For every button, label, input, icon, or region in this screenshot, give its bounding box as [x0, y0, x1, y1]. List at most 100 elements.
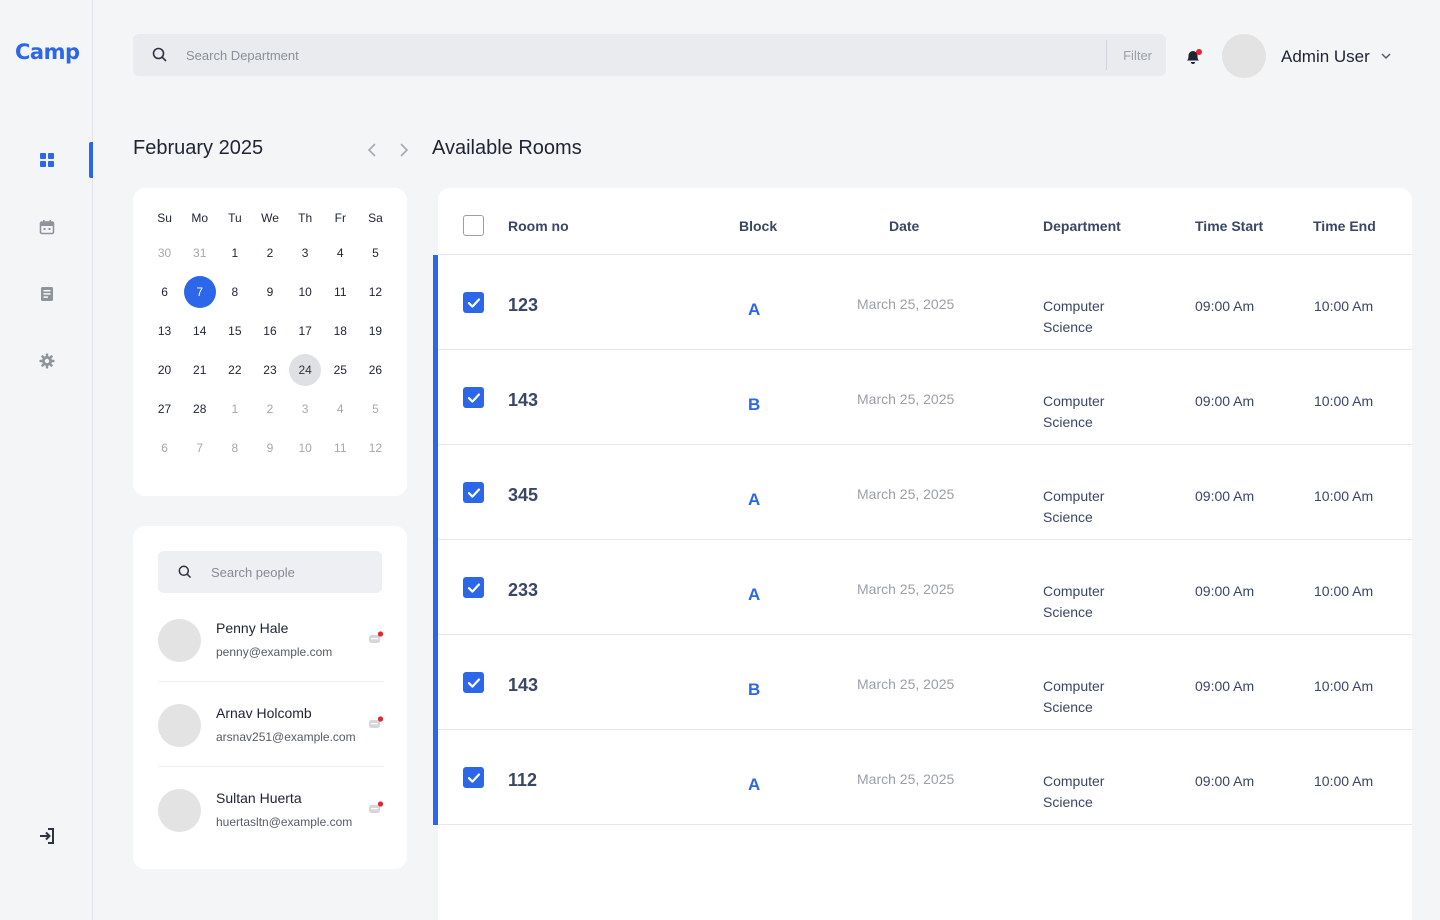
row-checkbox[interactable]: [463, 767, 484, 788]
bell-icon: [1183, 51, 1203, 70]
calendar-day[interactable]: 23: [252, 350, 287, 389]
calendar-day[interactable]: 25: [323, 350, 358, 389]
calendar-day[interactable]: 22: [217, 350, 252, 389]
weekday-label: We: [261, 211, 279, 225]
row-checkbox[interactable]: [463, 577, 484, 598]
calendar-day[interactable]: 11: [323, 428, 358, 467]
user-avatar[interactable]: [1222, 34, 1266, 78]
logout-button[interactable]: [0, 818, 93, 854]
calendar-day[interactable]: 20: [147, 350, 182, 389]
column-date[interactable]: Date: [889, 218, 919, 234]
calendar-day[interactable]: 16: [252, 311, 287, 350]
row-checkbox[interactable]: [463, 482, 484, 503]
calendar-day[interactable]: 15: [217, 311, 252, 350]
sidebar-item-settings[interactable]: [0, 343, 93, 379]
calendar-day[interactable]: 21: [182, 350, 217, 389]
room-number: 143: [508, 390, 539, 410]
person-email: penny@example.com: [216, 645, 333, 659]
logout-icon: [37, 826, 57, 846]
message-icon[interactable]: [368, 716, 384, 730]
calendar-day[interactable]: 1: [217, 233, 252, 272]
calendar-day[interactable]: 12: [358, 428, 393, 467]
calendar-day[interactable]: 11: [323, 272, 358, 311]
table-row[interactable]: 345 A March 25, 2025 Computer Science 09:00 …: [438, 445, 1412, 540]
calendar-day-number: 15: [228, 323, 242, 338]
calendar-day[interactable]: 30: [147, 233, 182, 272]
calendar-day[interactable]: 3: [288, 389, 323, 428]
person-name: Arnav Holcomb: [216, 705, 312, 721]
column-department[interactable]: Department: [1043, 218, 1121, 234]
calendar-day[interactable]: 6: [147, 428, 182, 467]
calendar-day[interactable]: 28: [182, 389, 217, 428]
row-checkbox[interactable]: [463, 292, 484, 313]
calendar-day[interactable]: 14: [182, 311, 217, 350]
calendar-day[interactable]: 2: [252, 389, 287, 428]
calendar-day[interactable]: 7: [182, 428, 217, 467]
person-list-item[interactable]: Arnav Holcomb arsnav251@example.com: [158, 682, 384, 767]
row-checkbox[interactable]: [463, 672, 484, 693]
time-start-cell: 09:00 Am: [1195, 298, 1255, 314]
column-room-no[interactable]: Room no: [508, 218, 569, 234]
calendar-day[interactable]: 1: [217, 389, 252, 428]
calendar-day[interactable]: 8: [217, 428, 252, 467]
calendar-day[interactable]: 10: [288, 272, 323, 311]
calendar-day-number: 6: [161, 284, 168, 299]
calendar-day[interactable]: 19: [358, 311, 393, 350]
block-cell: A: [748, 300, 761, 319]
calendar-day[interactable]: 5: [358, 389, 393, 428]
calendar-day[interactable]: 4: [323, 389, 358, 428]
calendar-day[interactable]: 9: [252, 272, 287, 311]
calendar-day[interactable]: 10: [288, 428, 323, 467]
sidebar-item-dashboard[interactable]: [0, 142, 93, 178]
calendar-day[interactable]: 3: [288, 233, 323, 272]
chevron-right-icon[interactable]: [397, 141, 411, 159]
column-time-start[interactable]: Time Start: [1195, 218, 1263, 234]
chevron-down-icon[interactable]: [1379, 49, 1393, 63]
table-row[interactable]: 112 A March 25, 2025 Computer Science 09:00 …: [438, 730, 1412, 825]
table-row[interactable]: 233 A March 25, 2025 Computer Science 09:00 …: [438, 540, 1412, 635]
chevron-left-icon[interactable]: [365, 141, 379, 159]
column-time-end[interactable]: Time End: [1313, 218, 1376, 234]
table-row[interactable]: 143 B March 25, 2025 Computer Science 09:00 …: [438, 635, 1412, 730]
people-search-input[interactable]: [211, 564, 371, 580]
filter-button[interactable]: Filter: [1107, 48, 1166, 63]
calendar-day-selected[interactable]: 7: [182, 272, 217, 311]
app-logo[interactable]: Camp: [15, 40, 80, 64]
calendar-day[interactable]: 26: [358, 350, 393, 389]
calendar-day[interactable]: 9: [252, 428, 287, 467]
sidebar-item-documents[interactable]: [0, 276, 93, 312]
time-start-cell: 09:00 Am: [1195, 678, 1255, 694]
message-icon[interactable]: [368, 631, 384, 645]
calendar-day[interactable]: 6: [147, 272, 182, 311]
calendar-day-number: 7: [196, 440, 204, 455]
calendar-day[interactable]: 4: [323, 233, 358, 272]
calendar-day[interactable]: 2: [252, 233, 287, 272]
user-name[interactable]: Admin User: [1281, 47, 1370, 67]
table-row[interactable]: 123 A March 25, 2025 Computer Science 09:00 …: [438, 255, 1412, 350]
gear-icon: [37, 351, 57, 371]
person-list-item[interactable]: Penny Hale penny@example.com: [158, 597, 384, 682]
message-icon[interactable]: [368, 801, 384, 815]
table-row[interactable]: 143 B March 25, 2025 Computer Science 09:00 …: [438, 350, 1412, 445]
calendar-icon: [37, 217, 57, 237]
calendar-day-number: 9: [266, 440, 274, 455]
calendar-day[interactable]: 8: [217, 272, 252, 311]
calendar-day[interactable]: 5: [358, 233, 393, 272]
calendar-day-number: 3: [301, 245, 309, 260]
select-all-checkbox[interactable]: [463, 215, 484, 236]
date-cell: March 25, 2025: [857, 391, 955, 407]
calendar-day[interactable]: 31: [182, 233, 217, 272]
calendar-day[interactable]: 17: [288, 311, 323, 350]
notification-button[interactable]: [1183, 46, 1203, 66]
calendar-day[interactable]: 27: [147, 389, 182, 428]
calendar-day-today[interactable]: 24: [288, 350, 323, 389]
column-block[interactable]: Block: [739, 218, 777, 234]
calendar-day[interactable]: 18: [323, 311, 358, 350]
calendar-day[interactable]: 13: [147, 311, 182, 350]
sidebar-item-calendar[interactable]: [0, 209, 93, 245]
block-cell: A: [748, 585, 761, 604]
department-search-input[interactable]: [186, 47, 1066, 63]
person-list-item[interactable]: Sultan Huerta huertasltn@example.com: [158, 767, 384, 852]
row-checkbox[interactable]: [463, 387, 484, 408]
calendar-day[interactable]: 12: [358, 272, 393, 311]
